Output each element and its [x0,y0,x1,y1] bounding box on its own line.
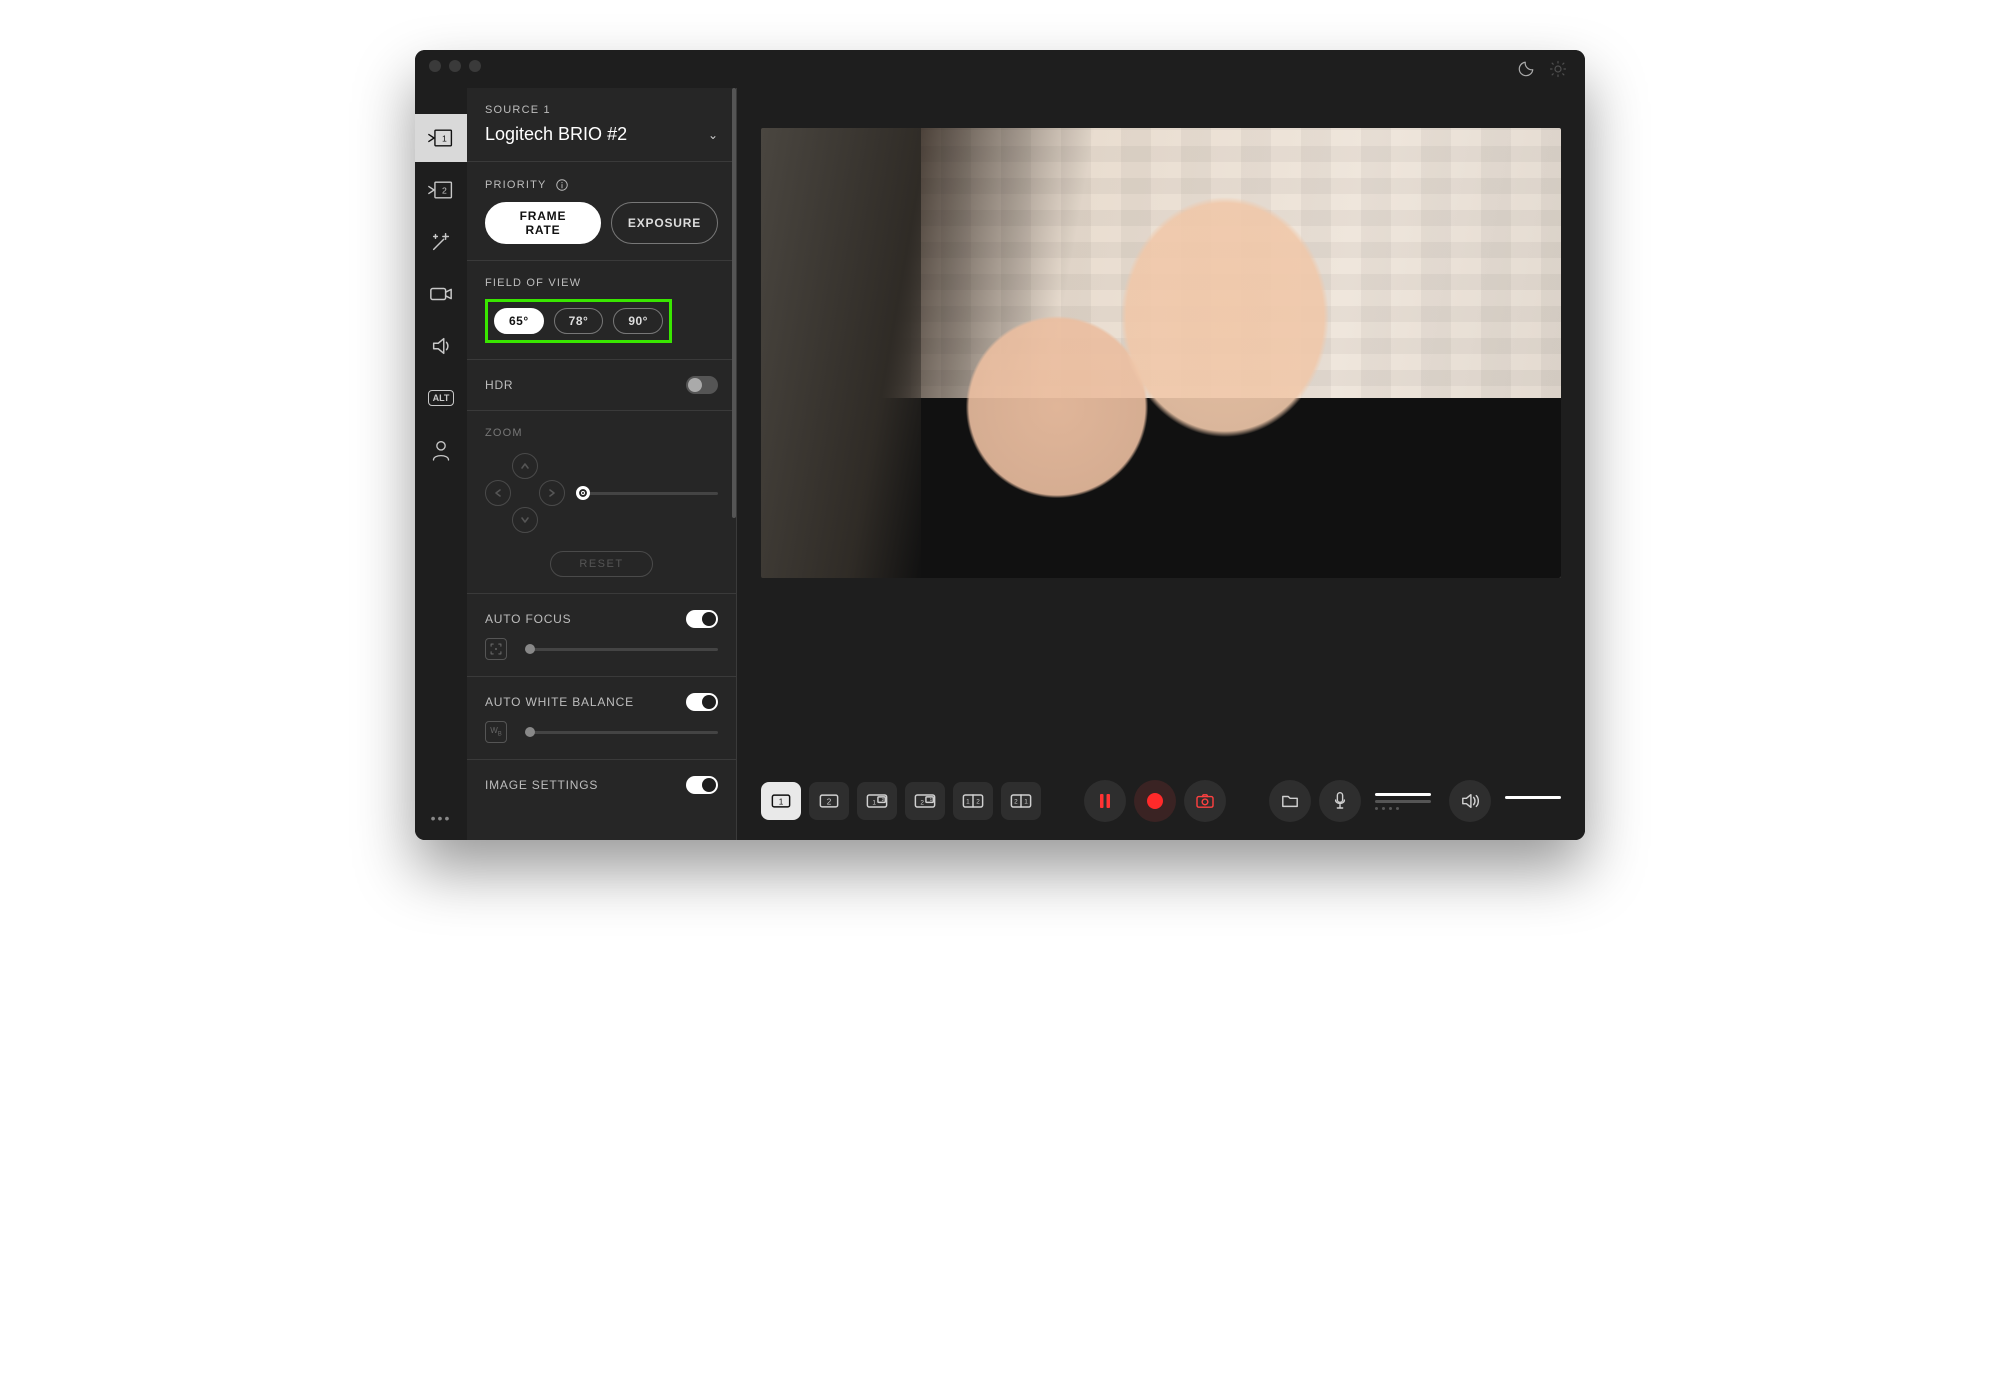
priority-label: PRIORITY [485,179,547,191]
snapshot-button[interactable] [1184,780,1226,822]
svg-text:2: 2 [442,185,447,195]
zoom-reset[interactable]: RESET [550,551,652,577]
speaker-meter [1505,796,1561,806]
moon-icon[interactable] [1517,60,1535,78]
layout-1[interactable]: 1 [761,782,801,820]
zoom-dpad [485,453,565,533]
layout-pip-2[interactable]: 21 [905,782,945,820]
chevron-down-icon: ⌄ [708,128,718,142]
pan-down[interactable] [512,507,538,533]
rail-effects[interactable] [415,218,467,266]
wb-slider[interactable] [525,731,718,734]
awb-label: AUTO WHITE BALANCE [485,695,634,709]
traffic-min[interactable] [449,60,461,72]
hdr-toggle[interactable] [686,376,718,394]
speaker-button[interactable] [1449,780,1491,822]
focus-slider[interactable] [525,648,718,651]
rail-more[interactable]: ••• [431,810,452,826]
rail-alt[interactable]: ALT [415,374,467,422]
layout-2[interactable]: 2 [809,782,849,820]
fov-highlight: 65° 78° 90° [485,299,672,343]
traffic-close[interactable] [429,60,441,72]
scrollbar[interactable] [732,88,736,518]
record-button[interactable] [1134,780,1176,822]
settings-panel: SOURCE 1 Logitech BRIO #2 ⌄ PRIORITY FRA… [467,88,737,840]
info-icon[interactable] [555,178,569,192]
pan-left[interactable] [485,480,511,506]
image-settings-toggle[interactable] [686,776,718,794]
rail-camera[interactable] [415,270,467,318]
svg-text:2: 2 [882,797,885,802]
main-area: 1 2 12 21 12 21 [737,88,1585,840]
pan-right[interactable] [539,480,565,506]
sun-icon[interactable] [1549,60,1567,78]
layout-split-21[interactable]: 21 [1001,782,1041,820]
svg-text:1: 1 [442,133,447,143]
svg-text:1: 1 [930,797,933,802]
bottom-toolbar: 1 2 12 21 12 21 [737,762,1585,840]
device-selector[interactable]: Logitech BRIO #2 ⌄ [485,124,718,145]
fov-78[interactable]: 78° [554,308,604,334]
hdr-label: HDR [485,378,513,392]
folder-button[interactable] [1269,780,1311,822]
rail-audio[interactable] [415,322,467,370]
layout-split-12[interactable]: 12 [953,782,993,820]
svg-text:2: 2 [827,798,832,807]
fov-label: FIELD OF VIEW [485,277,718,289]
wb-icon: WB [485,721,507,743]
priority-exposure[interactable]: EXPOSURE [611,202,718,244]
video-preview [761,128,1561,578]
pause-button[interactable] [1084,780,1126,822]
svg-text:2: 2 [920,800,924,807]
zoom-label: ZOOM [485,427,718,439]
zoom-slider[interactable] [583,492,718,495]
svg-text:1: 1 [779,798,784,807]
titlebar [415,50,1585,88]
device-name: Logitech BRIO #2 [485,124,627,145]
fov-65[interactable]: 65° [494,308,544,334]
autofocus-toggle[interactable] [686,610,718,628]
awb-toggle[interactable] [686,693,718,711]
svg-text:1: 1 [872,800,876,807]
svg-text:2: 2 [976,799,980,806]
svg-text:2: 2 [1014,799,1018,806]
sidebar-rail: 1 2 ALT ••• [415,88,467,840]
pan-up[interactable] [512,453,538,479]
svg-text:1: 1 [966,799,970,806]
rail-source-1[interactable]: 1 [415,114,467,162]
fov-90[interactable]: 90° [613,308,663,334]
rail-source-2[interactable]: 2 [415,166,467,214]
app-window: 1 2 ALT ••• [415,50,1585,840]
priority-frame-rate[interactable]: FRAME RATE [485,202,601,244]
autofocus-label: AUTO FOCUS [485,612,571,626]
rail-profile[interactable] [415,426,467,474]
layout-pip-1[interactable]: 12 [857,782,897,820]
mic-button[interactable] [1319,780,1361,822]
source-label: SOURCE 1 [485,104,718,116]
traffic-max[interactable] [469,60,481,72]
focus-icon [485,638,507,660]
svg-text:1: 1 [1024,799,1028,806]
mic-meter [1375,793,1431,810]
image-settings-label: IMAGE SETTINGS [485,778,598,792]
window-controls [429,60,481,72]
